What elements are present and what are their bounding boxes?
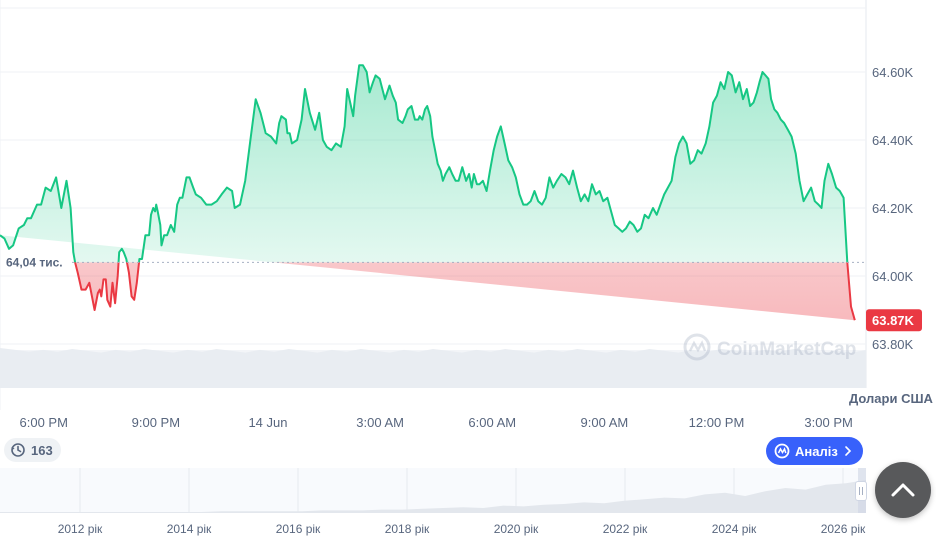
navigator-year-label: 2024 рік <box>712 522 757 536</box>
analysis-button[interactable]: Аналіз <box>766 437 863 465</box>
watermark-text: CoinMarketCap <box>717 339 856 360</box>
y-tick-label: 63.80K <box>872 337 914 352</box>
currency-label: Долари США <box>849 391 934 406</box>
scroll-to-top-button[interactable] <box>875 462 931 518</box>
chevron-right-icon <box>845 446 851 456</box>
x-tick-label: 9:00 AM <box>581 415 629 430</box>
analysis-label: Аналіз <box>795 443 838 459</box>
navigator-year-label: 2014 рік <box>167 522 212 536</box>
history-icon <box>11 443 25 457</box>
navigator[interactable]: 2012 рік 2014 рік 2016 рік 2018 рік 2020 рік… <box>0 468 866 536</box>
x-axis: 6:00 PM 9:00 PM 14 Jun 3:00 AM 6:00 AM 9:00 A… <box>20 415 853 430</box>
current-price-label: 63.87K <box>872 313 915 328</box>
y-tick-label: 64.20K <box>872 201 914 216</box>
x-tick-label: 14 Jun <box>248 415 287 430</box>
history-count: 163 <box>31 442 53 458</box>
x-tick-label: 6:00 PM <box>20 415 68 430</box>
navigator-year-label: 2022 рік <box>603 522 648 536</box>
navigator-year-label: 2012 рік <box>58 522 103 536</box>
y-tick-label: 64.00K <box>872 269 914 284</box>
history-button[interactable]: 163 <box>4 438 61 462</box>
x-tick-label: 3:00 PM <box>804 415 852 430</box>
y-axis: 64.60K 64.40K 64.20K 64.00K 63.80K 63.87K <box>866 65 922 352</box>
price-area <box>0 65 855 321</box>
x-tick-label: 12:00 PM <box>689 415 745 430</box>
cmc-logo-icon <box>774 443 790 459</box>
navigator-year-label: 2016 рік <box>276 522 321 536</box>
y-tick-label: 64.40K <box>872 133 914 148</box>
price-chart[interactable]: CoinMarketCap 64,04 тис. 64.60K 64.40K 64.… <box>0 0 936 538</box>
x-tick-label: 3:00 AM <box>356 415 404 430</box>
navigator-handle[interactable] <box>855 481 867 501</box>
navigator-year-label: 2020 рік <box>494 522 539 536</box>
y-tick-label: 64.60K <box>872 65 914 80</box>
navigator-year-label: 2018 рік <box>385 522 430 536</box>
x-tick-label: 6:00 AM <box>468 415 516 430</box>
baseline-label: 64,04 тис. <box>6 255 63 269</box>
x-tick-label: 9:00 PM <box>132 415 180 430</box>
chevron-up-icon <box>891 483 915 497</box>
navigator-year-label: 2026 рік <box>821 522 866 536</box>
